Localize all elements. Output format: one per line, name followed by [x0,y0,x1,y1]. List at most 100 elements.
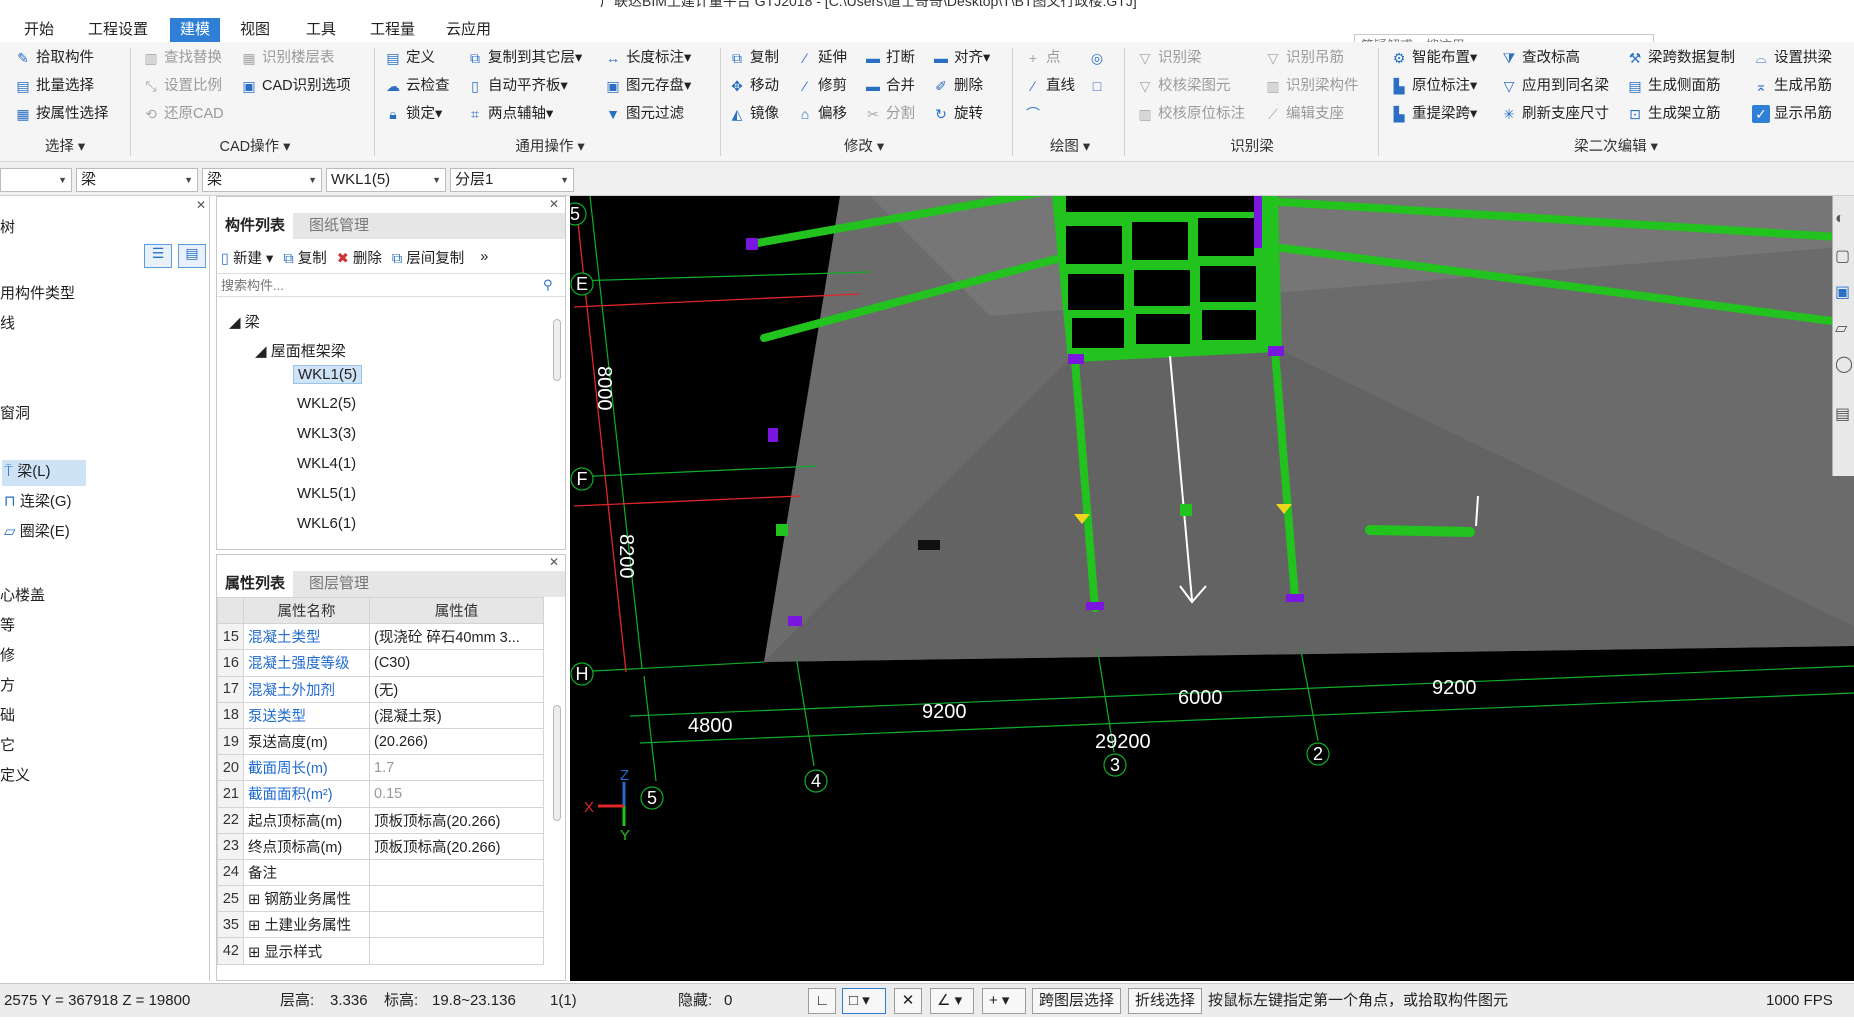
property-value[interactable]: (现浇砼 碎石40mm 3... [369,623,544,651]
in-place-label-button[interactable]: ▙ 原位标注 ▾ [1390,74,1478,98]
tab-component-list[interactable]: 构件列表 [217,213,294,239]
recognize-floor-table-button[interactable]: ▦ 识别楼层表 [240,46,334,70]
circle-tool-button[interactable]: ◎ [1088,46,1110,70]
tab-drawing-management[interactable]: 图纸管理 [301,213,377,239]
nav-item[interactable]: 等 [0,614,15,635]
re-extract-span-button[interactable]: ▙ 重提梁跨 ▾ [1390,102,1478,126]
line-button[interactable]: ⁄ 直线 [1024,74,1075,98]
apply-to-same-beam-button[interactable]: ▽ 应用到同名梁 [1500,74,1609,98]
nav-item[interactable]: 定义 [0,764,30,785]
table-row[interactable]: 15 混凝土类型 (现浇砼 碎石40mm 3... [217,623,544,651]
grid-view-icon[interactable]: ▤ [178,244,206,268]
set-scale-button[interactable]: ⤡ 设置比例 [142,74,222,98]
group-common[interactable]: 通用操作 ▾ [380,136,720,158]
recognize-hanger-button[interactable]: ▽ 识别吊筋 [1264,46,1344,70]
table-row[interactable]: 24 备注 [217,858,544,887]
copy-span-data-button[interactable]: ⚒ 梁跨数据复制 [1626,46,1735,70]
snap-mode-dropdown[interactable]: □ ▾ [842,988,886,1014]
restore-cad-button[interactable]: ⟲ 还原CAD [142,102,224,126]
property-value[interactable]: 1.7 [369,754,544,782]
menu-start[interactable]: 开始 [14,18,64,42]
component-search-input[interactable] [217,273,565,297]
nav-item-ring-beam[interactable]: ▱ 圈梁(E) [4,520,70,541]
component-type-select[interactable]: 梁 ▼ [202,168,322,192]
tab-property-list[interactable]: 属性列表 [217,571,294,597]
mirror-button[interactable]: ◭ 镜像 [728,102,779,126]
two-point-axis-button[interactable]: ⌗ 两点辅轴 ▾ [466,102,553,126]
floor-type-select[interactable]: ▼ [0,168,72,192]
recognize-beam-component-button[interactable]: ▥ 识别梁构件 [1264,74,1358,98]
generate-side-rebar-button[interactable]: ▤ 生成侧面筋 [1626,74,1720,98]
table-row[interactable]: 18 泵送类型 (混凝土泵) [217,701,544,729]
trim-button[interactable]: ⁄ 修剪 [796,74,847,98]
nav-item[interactable]: 方 [0,674,15,695]
settings-icon[interactable]: ▤ [1835,404,1850,424]
group-modify[interactable]: 修改 ▾ [724,136,1004,158]
tree-item-wkl2[interactable]: WKL2(5) [297,395,356,412]
save-element-button[interactable]: ▣ 图元存盘 ▾ [604,74,691,98]
expand-icon[interactable]: ⊞ [248,892,264,908]
property-value[interactable]: 顶板顶标高(20.266) [369,806,544,834]
menu-project-settings[interactable]: 工程设置 [78,18,158,42]
new-button[interactable]: ▯ 新建 ▾ [221,247,273,268]
menu-modeling[interactable]: 建模 [170,18,221,42]
cloud-check-button[interactable]: ☁ 云检查 [384,74,450,98]
property-value[interactable]: (混凝土泵) [369,701,544,729]
cross-layer-select-button[interactable]: 跨图层选择 [1032,988,1122,1014]
property-value[interactable]: (无) [369,675,544,703]
delete-button[interactable]: ✐ 删除 [932,74,983,98]
property-value[interactable] [369,885,544,913]
menu-quantities[interactable]: 工程量 [360,18,425,42]
nav-item-coupling-beam[interactable]: ⊓ 连梁(G) [4,490,72,511]
property-value[interactable] [369,858,544,887]
menu-cloud[interactable]: 云应用 [436,18,501,42]
expand-icon[interactable]: ⊞ [248,918,264,934]
smart-layout-button[interactable]: ⚙ 智能布置 ▾ [1390,46,1478,70]
orbit-icon[interactable]: ◯ [1835,354,1853,374]
tree-item-wkl3[interactable]: WKL3(3) [297,425,356,442]
merge-button[interactable]: ▬ 合并 [864,74,915,98]
close-icon[interactable]: ✕ [549,555,559,569]
generate-erection-rebar-button[interactable]: ⊡ 生成架立筋 [1626,102,1720,126]
length-dimension-button[interactable]: ↔ 长度标注 ▾ [604,46,691,70]
copy-to-other-floor-button[interactable]: ⧉ 复制到其它层 ▾ [466,46,582,70]
view-cube-icon[interactable]: ◐ [1835,210,1845,228]
table-row[interactable]: 35 ⊞ 土建业务属性 [217,911,544,939]
select-by-property-button[interactable]: ▦ 按属性选择 [14,102,108,126]
property-value[interactable]: (C30) [369,649,544,677]
extend-button[interactable]: ⁄ 延伸 [796,46,847,70]
edit-support-button[interactable]: ⟋ 编辑支座 [1264,102,1344,126]
table-row[interactable]: 20 截面周长(m) 1.7 [217,754,544,782]
nav-item[interactable]: 修 [0,644,15,665]
group-cad[interactable]: CAD操作 ▾ [140,136,370,158]
component-select[interactable]: WKL1(5) ▼ [326,168,446,192]
find-replace-button[interactable]: ▥ 查找替换 [142,46,222,70]
table-row[interactable]: 22 起点顶标高(m) 顶板顶标高(20.266) [217,806,544,834]
close-icon[interactable]: ✕ [549,197,559,211]
table-row[interactable]: 42 ⊞ 显示样式 [217,937,544,965]
edit-elevation-button[interactable]: ⧩ 查改标高 [1500,46,1580,70]
polyline-select-button[interactable]: 折线选择 [1128,988,1203,1014]
table-row[interactable]: 17 混凝土外加剂 (无) [217,675,544,703]
align-button[interactable]: ▬ 对齐 ▾ [932,46,990,70]
model-viewport[interactable]: 5 E F H 5 4 3 2 8000 8200 4800 9200 6000… [570,196,1854,981]
view-top-icon[interactable]: ▢ [1835,246,1850,266]
floor-copy-button[interactable]: ⧉ 层间复制 [392,247,464,268]
view-3d-icon[interactable]: ▱ [1835,318,1847,338]
ortho-toggle[interactable]: ∟ [808,988,836,1014]
menu-view[interactable]: 视图 [230,18,280,42]
offset-dropdown[interactable]: + ▾ [982,988,1026,1014]
expand-icon[interactable]: ⊞ [248,945,264,961]
pick-component-button[interactable]: ✎ 拾取构件 [14,46,94,70]
group-draw[interactable]: 绘图 ▾ [1020,136,1120,158]
recognize-beam-button[interactable]: ▽ 识别梁 [1136,46,1202,70]
nav-item[interactable]: 础 [0,704,15,725]
layer-select[interactable]: 分层1 ▼ [450,168,574,192]
check-beam-button[interactable]: ▽ 校核梁图元 [1136,74,1231,98]
copy-button[interactable]: ⧉ 复制 [283,247,326,268]
tree-item-wkl6[interactable]: WKL6(1) [297,515,356,532]
table-row[interactable]: 23 终点顶标高(m) 顶板顶标高(20.266) [217,832,544,860]
close-icon[interactable]: ✕ [196,198,206,212]
property-value[interactable]: 顶板顶标高(20.266) [369,832,544,860]
offset-button[interactable]: ⌂ 偏移 [796,102,847,126]
